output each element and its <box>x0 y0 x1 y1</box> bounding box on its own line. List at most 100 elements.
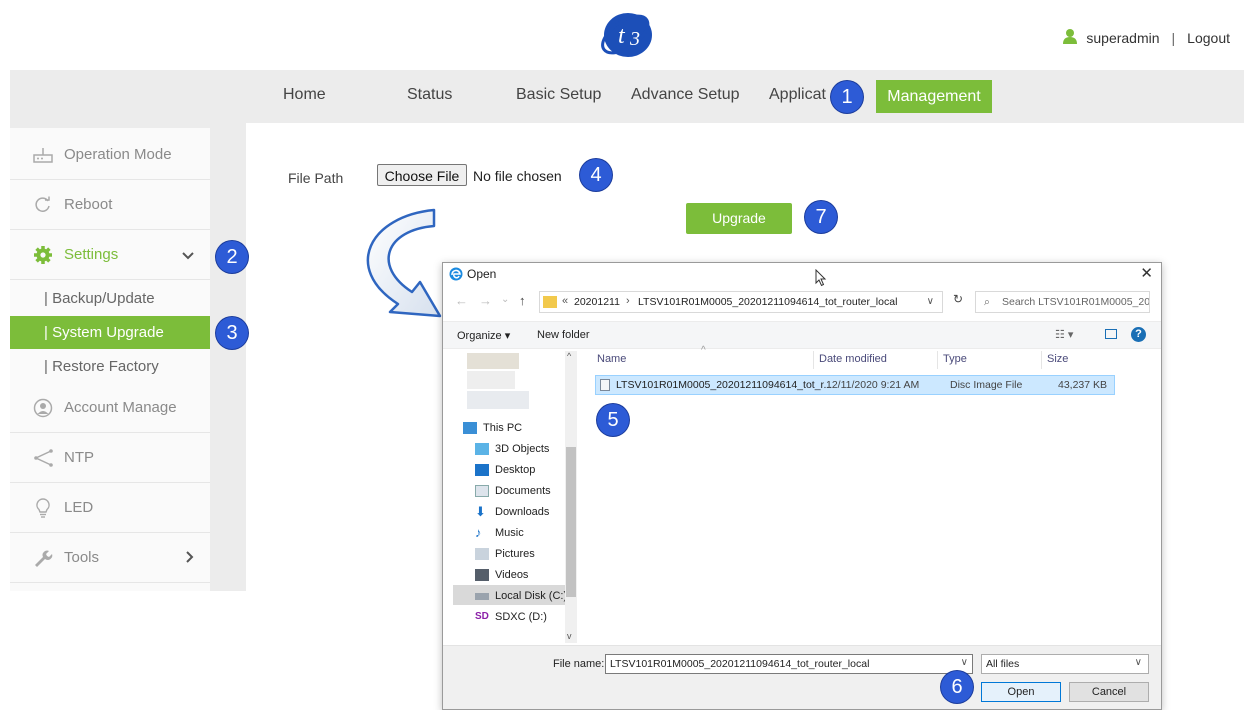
dialog-toolbar: Organize ▾ New folder ☷ ▾ ? <box>443 321 1161 349</box>
search-icon: ⌕ <box>984 296 990 308</box>
no-file-chosen-text: No file chosen <box>473 168 562 184</box>
file-name-input[interactable]: LTSV101R01M0005_20201211094614_tot_route… <box>605 654 973 674</box>
sidebar-subitem-system-upgrade[interactable]: | System Upgrade <box>10 316 210 349</box>
address-dropdown-icon[interactable]: ∨ <box>927 296 934 307</box>
chevron-down-icon[interactable]: ∨ <box>961 657 968 668</box>
sidebar-item-account-manage[interactable]: Account Manage <box>10 383 210 433</box>
sidebar-label: LED <box>64 499 94 516</box>
nav-status[interactable]: Status <box>407 86 452 104</box>
organize-menu[interactable]: Organize ▾ <box>457 329 510 342</box>
breadcrumb-item[interactable]: LTSV101R01M0005_20201211094614_tot_route… <box>638 296 897 308</box>
computer-icon <box>463 422 477 434</box>
chevron-down-icon <box>182 247 194 263</box>
edge-browser-icon <box>449 267 463 284</box>
tree-label: Documents <box>495 485 551 497</box>
step-badge: 2 <box>216 241 248 273</box>
tree-item-3d-objects[interactable]: 3D Objects <box>475 443 549 455</box>
nav-application[interactable]: Applicat <box>769 86 826 104</box>
sidebar-item-reboot[interactable]: Reboot <box>10 180 210 230</box>
blurred-quick-access <box>467 391 529 409</box>
forward-arrow-icon[interactable]: → <box>479 293 492 308</box>
sidebar-item-tools[interactable]: Tools <box>10 533 210 583</box>
column-divider <box>937 351 938 369</box>
recent-dropdown-icon[interactable]: ⌄ <box>501 294 509 305</box>
breadcrumb-item[interactable]: 20201211 <box>574 296 620 308</box>
file-row[interactable]: LTSV101R01M0005_20201211094614_tot_r... … <box>595 375 1115 395</box>
sidebar-subitem-backup-update[interactable]: | Backup/Update <box>10 282 210 315</box>
sidebar-item-settings[interactable]: Settings <box>10 230 210 280</box>
open-button[interactable]: Open <box>981 682 1061 702</box>
address-bar[interactable]: « 20201211 › LTSV101R01M0005_20201211094… <box>539 291 943 313</box>
choose-file-button[interactable]: Choose File <box>377 164 467 186</box>
scroll-down-arrow-icon[interactable]: v <box>567 631 572 641</box>
file-name-value: LTSV101R01M0005_20201211094614_tot_route… <box>610 658 870 670</box>
tree-item-videos[interactable]: Videos <box>475 569 528 581</box>
gear-icon <box>32 245 54 265</box>
sidebar-item-ntp[interactable]: NTP <box>10 433 210 483</box>
chevron-right-icon <box>186 550 194 566</box>
tree-item-documents[interactable]: Documents <box>475 485 551 497</box>
close-icon[interactable]: ✕ <box>1140 264 1153 282</box>
desktop-icon <box>475 464 489 476</box>
file-type-filter[interactable]: All files ∨ <box>981 654 1149 674</box>
mouse-cursor-icon <box>815 268 827 290</box>
tree-item-desktop[interactable]: Desktop <box>475 464 535 476</box>
file-path-label: File Path <box>288 170 344 186</box>
router-icon <box>32 145 54 165</box>
sort-indicator-icon: ^ <box>701 345 706 356</box>
new-folder-button[interactable]: New folder <box>537 329 590 341</box>
file-date-cell: 12/11/2020 9:21 AM <box>826 379 920 391</box>
dialog-bottom-bar: File name: LTSV101R01M0005_2020121109461… <box>443 645 1161 709</box>
column-header-type[interactable]: Type <box>943 353 967 365</box>
refresh-icon <box>32 195 54 215</box>
sidebar-label: Operation Mode <box>64 146 172 163</box>
music-icon: ♪ <box>475 525 482 540</box>
upgrade-button[interactable]: Upgrade <box>686 203 792 234</box>
blurred-quick-access <box>467 371 515 389</box>
column-header-size[interactable]: Size <box>1047 353 1068 365</box>
chevron-down-icon[interactable]: ∨ <box>1135 657 1142 668</box>
column-header-date[interactable]: Date modified <box>819 353 887 365</box>
preview-pane-icon[interactable] <box>1105 329 1117 339</box>
tree-item-local-disk[interactable]: Local Disk (C:) <box>475 590 567 602</box>
logout-link[interactable]: Logout <box>1187 30 1230 46</box>
step-badge: 1 <box>831 81 863 113</box>
file-name-label: File name: <box>553 658 605 670</box>
open-file-dialog: Open ✕ ← → ⌄ ↑ « 20201211 › LTSV101R01M0… <box>442 262 1162 710</box>
nav-basic-setup[interactable]: Basic Setup <box>516 86 601 104</box>
nav-advance-setup[interactable]: Advance Setup <box>631 86 740 104</box>
scrollbar-thumb[interactable] <box>566 447 576 597</box>
view-options-icon[interactable]: ☷ ▾ <box>1055 328 1073 341</box>
nav-management[interactable]: Management <box>876 80 992 113</box>
search-box[interactable]: ⌕ Search LTSV101R01M0005_20... <box>975 291 1150 313</box>
header-separator: | <box>1171 29 1176 46</box>
filter-value: All files <box>986 658 1020 670</box>
tree-label: Downloads <box>495 506 550 518</box>
nav-home[interactable]: Home <box>283 86 326 104</box>
user-area: superadmin | Logout <box>1062 28 1230 47</box>
help-icon[interactable]: ? <box>1131 327 1146 342</box>
sidebar-subitem-restore-factory[interactable]: | Restore Factory <box>10 350 210 383</box>
refresh-icon[interactable]: ↻ <box>946 292 970 314</box>
navigation-scrollbar[interactable]: ^ v <box>565 351 577 643</box>
blurred-quick-access <box>467 353 519 369</box>
tree-item-music[interactable]: ♪ Music <box>475 525 524 540</box>
sidebar-item-operation-mode[interactable]: Operation Mode <box>10 130 210 180</box>
dialog-title-bar: Open ✕ <box>443 263 1161 293</box>
pictures-icon <box>475 548 489 560</box>
tree-item-downloads[interactable]: ⬇ Downloads <box>475 504 550 519</box>
up-arrow-icon[interactable]: ↑ <box>519 293 526 308</box>
column-header-name[interactable]: Name <box>597 353 626 365</box>
cancel-button[interactable]: Cancel <box>1069 682 1149 702</box>
file-name-cell: LTSV101R01M0005_20201211094614_tot_r... <box>616 379 833 391</box>
tree-item-pictures[interactable]: Pictures <box>475 548 535 560</box>
scroll-up-arrow-icon[interactable]: ^ <box>567 351 571 361</box>
breadcrumb-separator-icon: › <box>626 295 630 307</box>
download-icon: ⬇ <box>475 504 486 519</box>
back-arrow-icon[interactable]: ← <box>455 293 468 308</box>
tree-item-this-pc[interactable]: This PC <box>463 422 522 434</box>
lightbulb-icon <box>32 497 54 518</box>
dialog-title: Open <box>467 267 497 281</box>
tree-item-sdxc[interactable]: SD SDXC (D:) <box>475 611 547 623</box>
sidebar-item-led[interactable]: LED <box>10 483 210 533</box>
